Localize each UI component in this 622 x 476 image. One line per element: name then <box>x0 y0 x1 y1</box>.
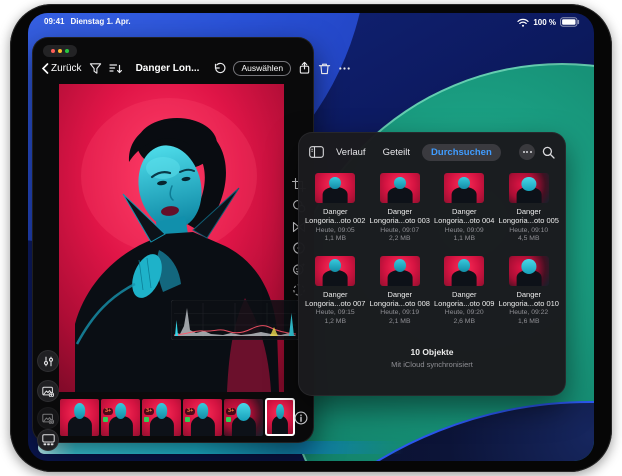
file-item[interactable]: Danger Longoria...oto 002 Heute, 09:05 1… <box>305 173 366 244</box>
icloud-sync-status: Mit iCloud synchronisiert <box>299 360 565 369</box>
filmstrip-thumb[interactable]: 3+ <box>183 399 222 436</box>
file-thumbnail <box>509 256 549 286</box>
trash-icon[interactable] <box>318 62 331 75</box>
sort-icon[interactable] <box>109 62 122 74</box>
edit-count-badge: 3+ <box>103 408 113 415</box>
filter-funnel-icon[interactable] <box>89 62 102 75</box>
edit-count-badge: 3+ <box>144 408 154 415</box>
file-thumbnail <box>444 173 484 203</box>
file-thumbnail <box>380 256 420 286</box>
filmstrip-toggle-button[interactable] <box>37 429 59 451</box>
status-time: 09:41 <box>44 17 64 26</box>
library-footer: 10 Objekte Mit iCloud synchronisiert <box>299 347 565 369</box>
filmstrip-toggle-icon <box>42 434 55 446</box>
auto-adjustments-button[interactable] <box>37 350 59 372</box>
flag-badge <box>103 417 108 422</box>
wifi-icon <box>517 18 529 27</box>
traffic-light-dots[interactable] <box>43 45 77 57</box>
histogram-overlay[interactable] <box>171 300 299 340</box>
item-count: 10 Objekte <box>299 347 565 357</box>
filmstrip-thumb[interactable]: 3+ <box>101 399 140 436</box>
status-date: Dienstag 1. Apr. <box>70 17 130 26</box>
back-button[interactable]: Zurück <box>41 63 82 74</box>
search-icon[interactable] <box>542 146 555 159</box>
info-button[interactable] <box>294 411 308 425</box>
undo-icon[interactable] <box>213 62 226 75</box>
file-grid: Danger Longoria...oto 002 Heute, 09:05 1… <box>305 173 559 326</box>
library-header: Verlauf Geteilt Durchsuchen <box>309 142 555 162</box>
file-item[interactable]: Danger Longoria...oto 003 Heute, 09:07 2… <box>370 173 431 244</box>
flag-badge <box>185 417 190 422</box>
file-thumbnail <box>380 173 420 203</box>
auto-adjustments-icon <box>43 356 54 367</box>
file-thumbnail <box>315 173 355 203</box>
export-photo-icon <box>42 386 54 397</box>
ipad-screen: 09:41 Dienstag 1. Apr. 100 % <box>28 13 594 461</box>
export-photo-button[interactable] <box>37 380 59 402</box>
file-item[interactable]: Danger Longoria...oto 004 Heute, 09:09 1… <box>434 173 495 244</box>
sidebar-toggle-icon[interactable] <box>309 146 324 158</box>
info-icon <box>294 411 308 425</box>
more-circle-icon[interactable] <box>519 144 535 160</box>
file-item[interactable]: Danger Longoria...oto 005 Heute, 09:10 4… <box>499 173 560 244</box>
photo-artwork <box>59 84 284 392</box>
flag-badge <box>226 417 231 422</box>
library-panel: Verlauf Geteilt Durchsuchen Danger Longo… <box>298 132 566 396</box>
photo-canvas[interactable] <box>59 84 284 392</box>
filmstrip: 3+ 3+ 3+ 3+ <box>60 398 295 436</box>
file-item[interactable]: Danger Longoria...oto 010 Heute, 09:22 1… <box>499 256 560 327</box>
file-thumbnail <box>509 173 549 203</box>
editor-window: Zurück Danger Lon... Auswählen <box>32 37 314 443</box>
filmstrip-thumb[interactable]: 3+ <box>224 399 263 436</box>
flag-badge <box>144 417 149 422</box>
tab-geteilt[interactable]: Geteilt <box>378 144 415 161</box>
file-item[interactable]: Danger Longoria...oto 007 Heute, 09:15 1… <box>305 256 366 327</box>
editor-toolbar: Zurück Danger Lon... Auswählen <box>41 59 305 77</box>
batch-edit-icon <box>42 413 54 424</box>
share-icon[interactable] <box>298 61 311 75</box>
filmstrip-thumb[interactable]: 3+ <box>142 399 181 436</box>
status-bar: 09:41 Dienstag 1. Apr. 100 % <box>28 13 594 29</box>
tab-durchsuchen[interactable]: Durchsuchen <box>422 144 501 161</box>
back-chevron-icon <box>41 63 49 74</box>
battery-icon <box>560 17 580 27</box>
file-item[interactable]: Danger Longoria...oto 009 Heute, 09:20 2… <box>434 256 495 327</box>
ipad-device: 09:41 Dienstag 1. Apr. 100 % <box>10 4 612 472</box>
more-icon[interactable] <box>338 62 351 75</box>
filmstrip-thumb-selected[interactable] <box>265 398 295 436</box>
document-title: Danger Lon... <box>136 63 200 74</box>
file-thumbnail <box>315 256 355 286</box>
battery-percent: 100 % <box>533 18 556 27</box>
edit-count-badge: 3+ <box>185 408 195 415</box>
select-button[interactable]: Auswählen <box>233 61 291 76</box>
tab-verlauf[interactable]: Verlauf <box>331 144 371 161</box>
file-thumbnail <box>444 256 484 286</box>
batch-edit-button[interactable] <box>37 407 59 429</box>
edit-count-badge: 3+ <box>226 408 236 415</box>
filmstrip-thumb[interactable] <box>60 399 99 436</box>
file-item[interactable]: Danger Longoria...oto 008 Heute, 09:19 2… <box>370 256 431 327</box>
